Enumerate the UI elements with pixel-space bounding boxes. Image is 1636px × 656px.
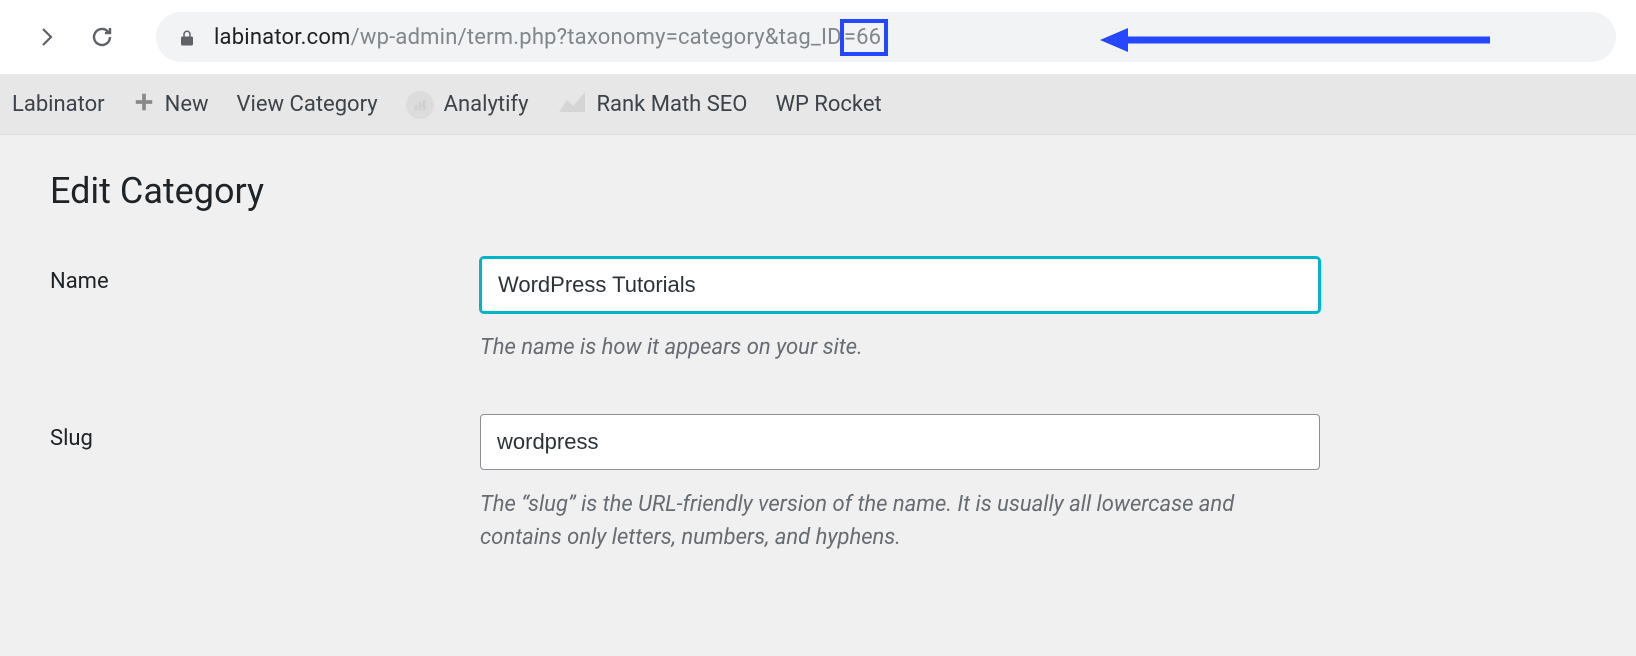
lock-icon [178, 28, 196, 46]
form-row-slug: Slug The “slug” is the URL-friendly vers… [50, 414, 1586, 554]
slug-input[interactable] [480, 414, 1320, 470]
adminbar-view-category[interactable]: View Category [237, 92, 378, 117]
adminbar-wprocket-label: WP Rocket [775, 92, 881, 117]
adminbar-new-label: New [165, 92, 209, 117]
slug-label: Slug [50, 414, 480, 451]
url-text: labinator.com/wp-admin/term.php?taxonomy… [214, 25, 888, 50]
name-help-text: The name is how it appears on your site. [480, 331, 1320, 364]
adminbar-site-name[interactable]: Labinator [12, 92, 105, 117]
form-row-name: Name The name is how it appears on your … [50, 257, 1586, 364]
url-domain: labinator.com [214, 25, 351, 50]
browser-chrome: labinator.com/wp-admin/term.php?taxonomy… [0, 0, 1636, 75]
adminbar-rankmath-label: Rank Math SEO [597, 92, 748, 117]
url-highlight-box: =66 [840, 19, 888, 56]
adminbar-new[interactable]: New [133, 91, 209, 119]
url-path: /wp-admin/term.php?taxonomy=category&tag… [351, 25, 842, 50]
analytify-icon [406, 91, 434, 119]
slug-help-text: The “slug” is the URL-friendly version o… [480, 488, 1320, 554]
rankmath-icon [557, 90, 587, 120]
page-content: Edit Category Name The name is how it ap… [0, 135, 1636, 656]
plus-icon [133, 91, 155, 119]
adminbar-analytify[interactable]: Analytify [406, 91, 529, 119]
name-input[interactable] [480, 257, 1320, 313]
page-title: Edit Category [50, 170, 1586, 212]
adminbar-view-label: View Category [237, 92, 378, 117]
address-bar[interactable]: labinator.com/wp-admin/term.php?taxonomy… [156, 12, 1616, 62]
adminbar-wprocket[interactable]: WP Rocket [775, 92, 881, 117]
adminbar-rankmath[interactable]: Rank Math SEO [557, 90, 748, 120]
forward-button[interactable] [28, 19, 64, 55]
adminbar-analytify-label: Analytify [444, 92, 529, 117]
name-label: Name [50, 257, 480, 294]
adminbar-site-label: Labinator [12, 92, 105, 117]
wp-admin-bar: Labinator New View Category Analytify Ra… [0, 75, 1636, 135]
reload-button[interactable] [84, 19, 120, 55]
